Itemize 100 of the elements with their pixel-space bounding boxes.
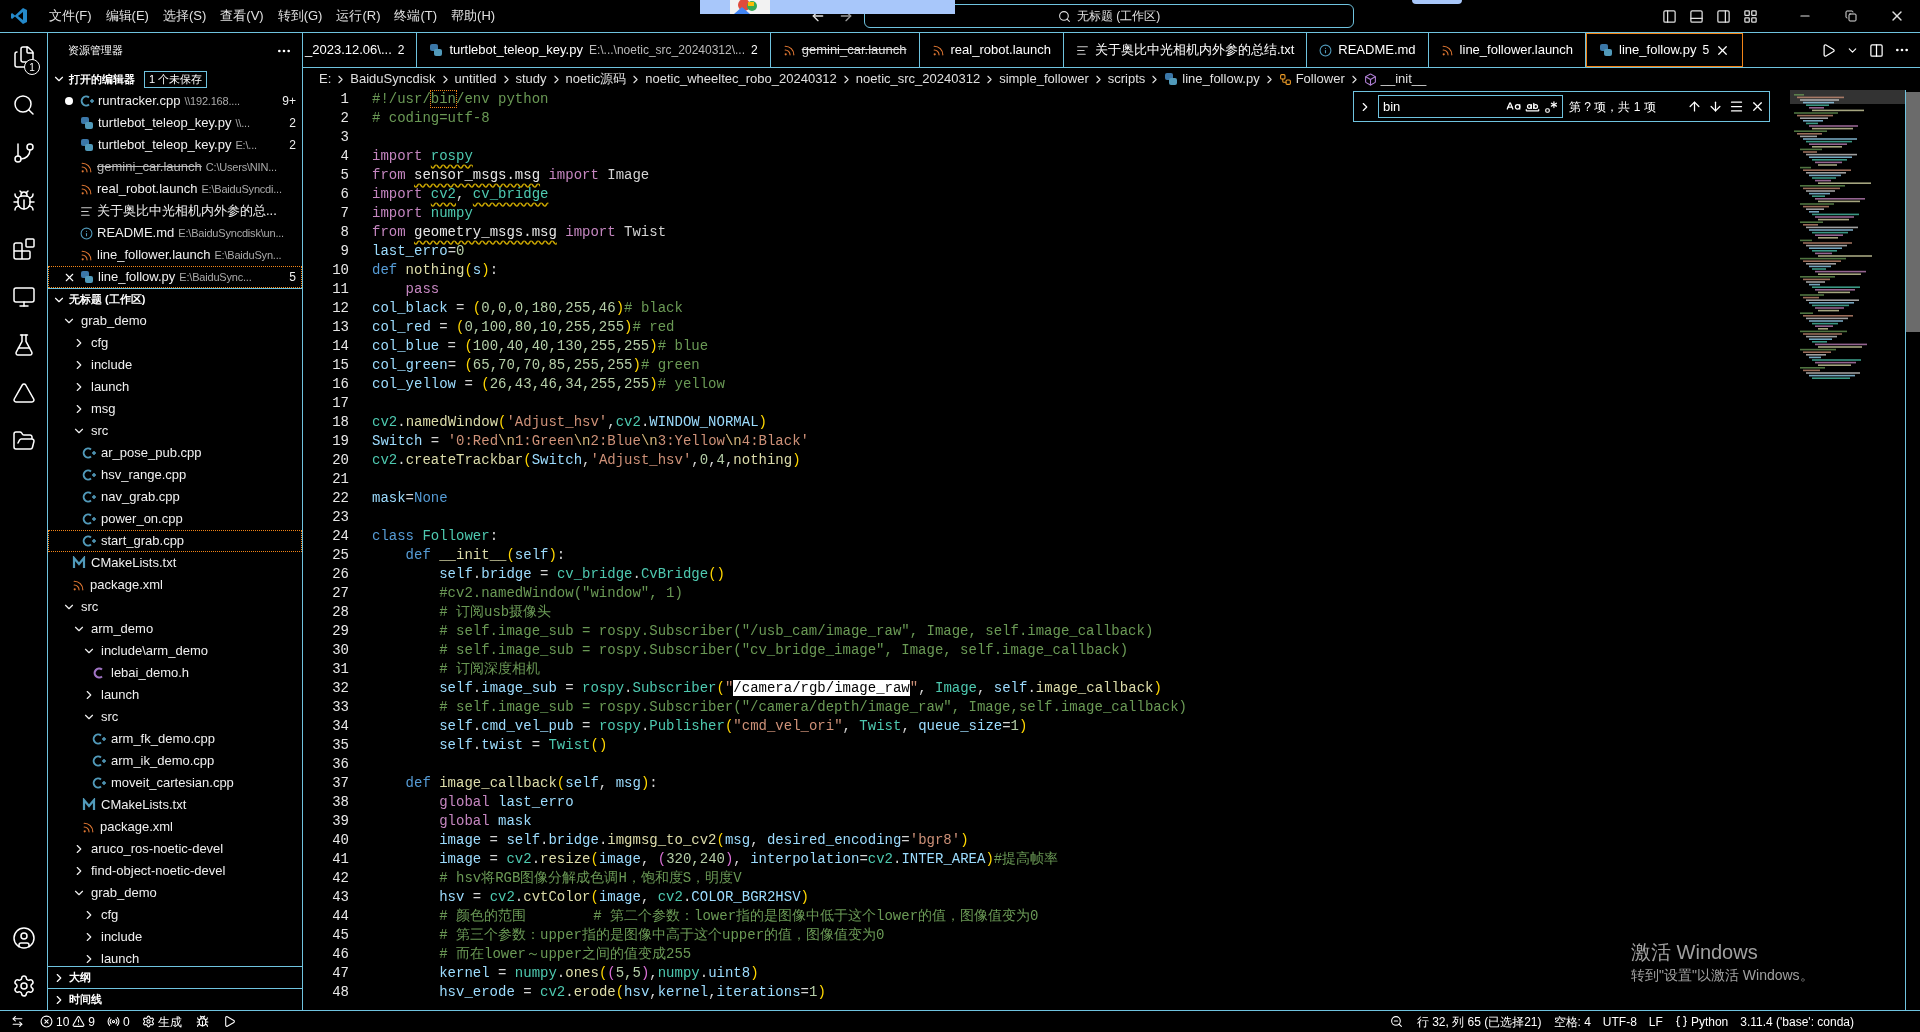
open-editor-item[interactable]: runtracker.cpp \\192.168.... 9+ (48, 90, 302, 112)
find-in-selection-icon[interactable] (1729, 99, 1744, 114)
search-icon[interactable] (12, 93, 36, 117)
open-editor-item[interactable]: real_robot.launch E:\BaiduSyncdi... (48, 178, 302, 200)
encoding[interactable]: UTF-8 (1596, 1012, 1643, 1031)
tree-item[interactable]: arm_fk_demo.cpp (48, 728, 302, 750)
previous-match-icon[interactable] (1687, 99, 1702, 114)
tree-item[interactable]: moveit_cartesian.cpp (48, 772, 302, 794)
tree-item[interactable]: launch (48, 948, 302, 966)
ports-button[interactable]: 0 (101, 1011, 136, 1032)
editor-tab[interactable]: README.md (1307, 33, 1429, 67)
tree-item[interactable]: CMakeLists.txt (48, 552, 302, 574)
triangle-icon[interactable] (12, 381, 36, 405)
extensions-icon[interactable] (12, 237, 36, 261)
run-icon[interactable] (222, 1015, 236, 1028)
breadcrumb-item[interactable]: BaiduSyncdisk (350, 69, 436, 89)
language-mode[interactable]: Python (1668, 1011, 1735, 1032)
tree-item[interactable]: package.xml (48, 816, 302, 838)
indentation[interactable]: 空格: 4 (1547, 1012, 1597, 1031)
restore-icon[interactable] (1845, 10, 1857, 22)
panel-toggle-icon[interactable] (1689, 8, 1704, 24)
breadcrumb-item[interactable]: noetic_src_20240312 (855, 69, 981, 89)
flask-icon[interactable] (12, 333, 36, 357)
tree-item[interactable]: aruco_ros-noetic-devel (48, 838, 302, 860)
section-header[interactable]: 打开的编辑器 1 个未保存 (48, 68, 302, 90)
tree-item[interactable]: arm_ik_demo.cpp (48, 750, 302, 772)
tree-item[interactable]: src (48, 706, 302, 728)
tree-item[interactable]: cfg (48, 332, 302, 354)
next-match-icon[interactable] (1708, 99, 1723, 114)
editor-tab[interactable]: _2023.12.06\... 2 (303, 33, 418, 67)
debug-icon[interactable] (195, 1015, 209, 1028)
tree-item[interactable]: grab_demo (48, 310, 302, 332)
sidebar-toggle-icon[interactable] (1662, 8, 1677, 24)
layout-icon[interactable] (1743, 8, 1758, 24)
cursor-position[interactable]: 行 32, 列 65 (已选择21) (1410, 1012, 1548, 1031)
editor-tab[interactable]: real_robot.launch (919, 33, 1064, 67)
editor-tab[interactable]: 关于奥比中光相机内外参的总结.txt (1063, 33, 1308, 67)
tree-item[interactable]: nav_grab.cpp (48, 486, 302, 508)
close-icon[interactable] (1750, 99, 1765, 114)
breadcrumb-item[interactable]: __init__ (1363, 69, 1427, 89)
source-control-icon[interactable] (12, 141, 36, 165)
secondary-sidebar-icon[interactable] (1716, 8, 1731, 24)
problems-button[interactable]: 10 9 (34, 1011, 102, 1032)
breadcrumb-item[interactable]: scripts (1107, 69, 1146, 89)
tree-item[interactable]: launch (48, 376, 302, 398)
tree-item[interactable]: launch (48, 684, 302, 706)
tree-item[interactable]: start_grab.cpp (48, 530, 302, 552)
tree-item[interactable]: lebai_demo.h (48, 662, 302, 684)
breadcrumb-item[interactable]: Follower (1278, 69, 1345, 89)
find-input[interactable]: bin (1378, 95, 1563, 118)
tree-item[interactable]: hsv_range.cpp (48, 464, 302, 486)
menu-item[interactable]: 帮助(H) (444, 3, 503, 29)
open-editor-item[interactable]: README.md E:\BaiduSyncdisk\un... (48, 222, 302, 244)
menu-item[interactable]: 查看(V) (213, 3, 271, 29)
zoom-icon[interactable] (1389, 1015, 1403, 1028)
folders-icon[interactable] (12, 429, 36, 453)
tree-item[interactable]: src (48, 596, 302, 618)
editor-tab[interactable]: turtlebot_teleop_key.py E:\...\noetic_src_20240312\... 2 (417, 33, 771, 67)
settings-icon[interactable] (12, 974, 36, 998)
menu-item[interactable]: 选择(S) (155, 3, 214, 29)
tree-item[interactable]: cfg (48, 904, 302, 926)
tree-item[interactable]: grab_demo (48, 882, 302, 904)
menu-item[interactable]: 运行(R) (329, 3, 388, 29)
menu-item[interactable]: 终端(T) (387, 3, 445, 29)
open-editor-item[interactable]: line_follow.py E:\BaiduSync... 5 (48, 266, 302, 288)
scrollbar-thumb[interactable] (1906, 92, 1920, 332)
files-icon[interactable] (12, 45, 36, 69)
interpreter[interactable]: 3.11.4 ('base': conda) (1734, 1012, 1860, 1031)
open-editor-item[interactable]: 关于奥比中光相机内外参的总... (48, 200, 302, 222)
open-editor-item[interactable]: turtlebot_teleop_key.py \\... 2 (48, 112, 302, 134)
breadcrumb-item[interactable]: noetic源码 (565, 69, 627, 89)
breadcrumb-item[interactable]: noetic_wheeltec_robo_20240312 (645, 69, 837, 89)
menu-item[interactable]: 转到(G) (270, 3, 330, 29)
editor-tab[interactable]: gemini_car.launch (770, 33, 920, 67)
remote-icon[interactable] (10, 1015, 24, 1028)
split-editor-icon[interactable] (1869, 42, 1884, 58)
build-button[interactable]: 生成 (135, 1011, 188, 1032)
breadcrumb-item[interactable]: E: (319, 69, 332, 89)
line-ending[interactable]: LF (1642, 1012, 1669, 1031)
breadcrumb-item[interactable]: study (515, 69, 547, 89)
breadcrumb-item[interactable]: simple_follower (999, 69, 1089, 89)
remote-explorer-icon[interactable] (12, 285, 36, 309)
account-icon[interactable] (12, 926, 36, 950)
menu-item[interactable]: 编辑(E) (98, 3, 156, 29)
open-editor-item[interactable]: turtlebot_teleop_key.py E:\... 2 (48, 134, 302, 156)
tree-item[interactable]: CMakeLists.txt (48, 794, 302, 816)
tree-item[interactable]: include (48, 354, 302, 376)
tree-item[interactable]: power_on.cpp (48, 508, 302, 530)
tree-item[interactable]: package.xml (48, 574, 302, 596)
editor-tab[interactable]: line_follower.launch (1428, 33, 1587, 67)
menu-item[interactable]: 文件(F) (42, 3, 99, 29)
tree-item[interactable]: msg (48, 398, 302, 420)
tree-item[interactable]: ar_pose_pub.cpp (48, 442, 302, 464)
tree-item[interactable]: include\arm_demo (48, 640, 302, 662)
run-debug-icon[interactable] (12, 189, 36, 213)
breadcrumb-item[interactable]: untitled (454, 69, 497, 89)
tree-item[interactable]: include (48, 926, 302, 948)
open-editor-item[interactable]: gemini_car.launch C:\Users\NIN... (48, 156, 302, 178)
tree-item[interactable]: find-object-noetic-devel (48, 860, 302, 882)
tree-item[interactable]: arm_demo (48, 618, 302, 640)
